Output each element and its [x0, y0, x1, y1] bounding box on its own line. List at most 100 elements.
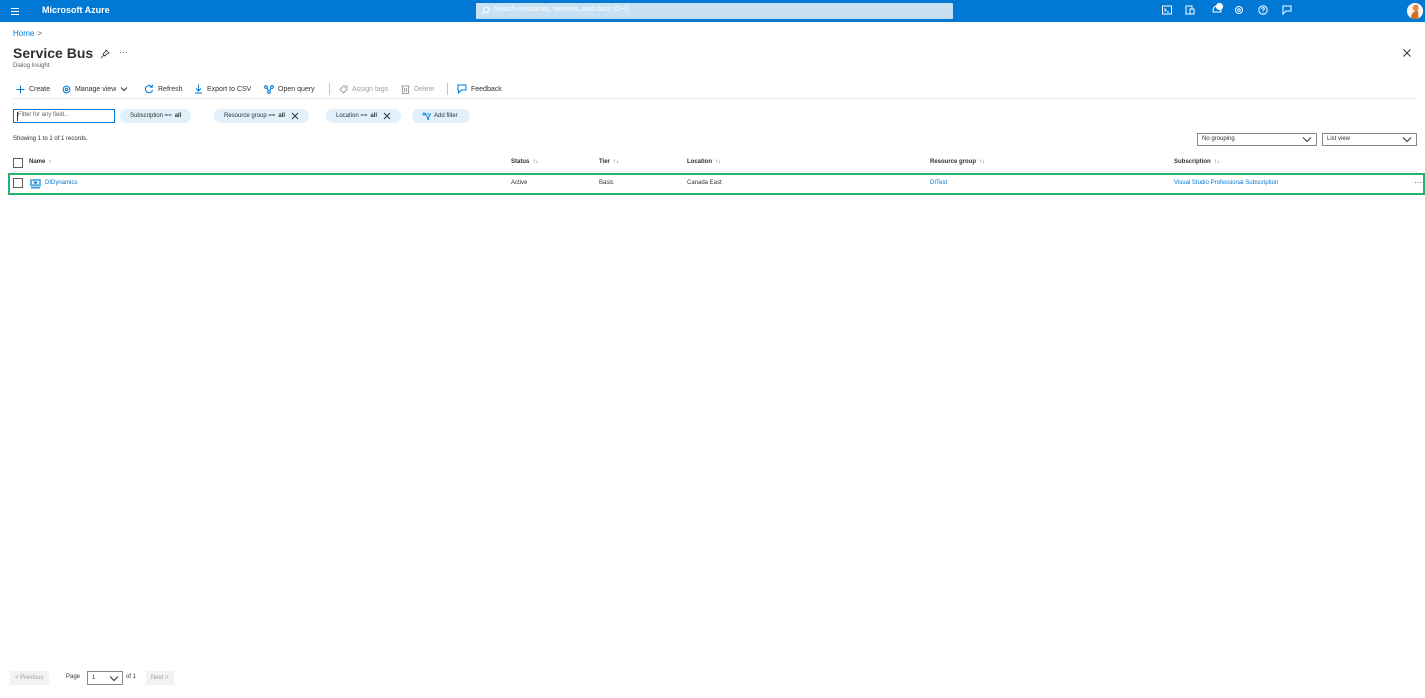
resource-group-filter-value: all: [278, 113, 286, 119]
sort-icon: ↑↓: [979, 159, 986, 165]
add-filter-button[interactable]: Add filter: [412, 109, 470, 123]
brand-title[interactable]: Microsoft Azure: [42, 5, 110, 15]
column-header-subscription[interactable]: Subscription ↑↓: [1174, 159, 1220, 165]
column-resource-group-label: Resource group: [930, 159, 977, 165]
breadcrumb: Home >: [13, 29, 42, 38]
assign-tags-button[interactable]: Assign tags: [339, 82, 388, 96]
breadcrumb-separator: >: [37, 29, 43, 38]
trash-icon: [401, 84, 410, 94]
table-row[interactable]: DIDynamics Active Basic Canada East DITe…: [13, 177, 1425, 191]
more-options-icon[interactable]: ···: [119, 47, 128, 57]
download-icon: [194, 84, 203, 94]
create-label: Create: [29, 85, 51, 93]
tag-icon: [339, 85, 348, 94]
notifications-icon[interactable]: [1210, 2, 1224, 16]
terminal-icon[interactable]: [1161, 4, 1175, 18]
page-number-value: 1: [92, 675, 96, 681]
page-label: Page: [66, 674, 81, 680]
search-icon: [481, 6, 490, 15]
user-avatar[interactable]: [1407, 3, 1423, 19]
column-header-resource-group[interactable]: Resource group ↑↓: [930, 159, 985, 165]
gear-icon: [62, 85, 71, 94]
export-csv-button[interactable]: Export to CSV: [194, 82, 251, 96]
records-count: Showing 1 to 1 of 1 records.: [13, 136, 88, 142]
column-status-label: Status: [511, 159, 530, 165]
subscription-filter-label: Subscription ==: [130, 113, 172, 119]
chevron-down-icon: [109, 675, 119, 682]
resource-group-link[interactable]: DITest: [930, 180, 947, 186]
open-query-button[interactable]: Open query: [264, 82, 315, 96]
feedback-label: Feedback: [471, 85, 502, 93]
grouping-select[interactable]: No grouping: [1197, 133, 1317, 146]
sort-icon: ↑↓: [715, 159, 721, 165]
column-subscription-label: Subscription: [1174, 159, 1211, 165]
help-icon[interactable]: [1257, 4, 1271, 18]
breadcrumb-home-link[interactable]: Home: [13, 29, 34, 38]
feedback-button[interactable]: Feedback: [457, 82, 502, 96]
column-header-location[interactable]: Location ↑↓: [687, 159, 721, 165]
row-more-icon[interactable]: ···: [1414, 178, 1422, 187]
feedback-icon[interactable]: [1281, 4, 1295, 18]
refresh-icon: [144, 84, 154, 94]
chevron-down-icon: [1302, 136, 1312, 143]
add-filter-label: Add filter: [434, 113, 458, 119]
command-toolbar: Create Manage view Refresh Export to CSV…: [13, 82, 1417, 96]
global-search-input[interactable]: Search resources, services, and docs (G+…: [476, 3, 953, 19]
export-csv-label: Export to CSV: [207, 85, 252, 93]
remove-filter-icon[interactable]: [383, 112, 391, 120]
column-header-name[interactable]: Name ↑: [29, 159, 51, 165]
status-cell: Active: [511, 180, 528, 186]
grouping-select-value: No grouping: [1202, 136, 1235, 142]
assign-tags-label: Assign tags: [352, 85, 389, 93]
resource-group-filter-pill[interactable]: Resource group == all: [214, 109, 310, 123]
page-subtitle: Dialog Insight: [13, 63, 50, 69]
column-tier-label: Tier: [599, 159, 610, 165]
sort-icon: ↑↓: [532, 159, 539, 165]
row-checkbox[interactable]: [13, 178, 23, 188]
page-total: of 1: [126, 674, 137, 680]
select-all-checkbox[interactable]: [13, 158, 23, 168]
toolbar-divider: [447, 83, 448, 95]
sort-icon: ↑: [48, 159, 52, 165]
subscription-filter-value: all: [174, 113, 182, 119]
refresh-button[interactable]: Refresh: [144, 82, 183, 96]
manage-view-button[interactable]: Manage view: [62, 82, 128, 96]
settings-icon[interactable]: [1233, 4, 1247, 18]
query-icon: [264, 84, 274, 94]
page-number-select[interactable]: 1: [87, 671, 123, 685]
top-bar: Microsoft Azure Search resources, servic…: [0, 0, 1425, 22]
page-title: Service Bus: [13, 45, 94, 61]
sort-icon: ↑↓: [612, 159, 619, 165]
delete-button[interactable]: Delete: [401, 82, 434, 96]
feedback-icon: [457, 84, 467, 94]
close-icon[interactable]: [1402, 48, 1412, 58]
chevron-down-icon: [1402, 136, 1412, 143]
column-location-label: Location: [687, 159, 712, 165]
hamburger-menu-icon[interactable]: [10, 5, 22, 17]
subscription-filter-pill[interactable]: Subscription == all: [120, 109, 192, 123]
view-select[interactable]: List view: [1322, 133, 1417, 146]
refresh-label: Refresh: [158, 85, 183, 93]
service-bus-icon: [30, 179, 41, 189]
location-cell: Canada East: [687, 180, 722, 186]
toolbar-divider: [329, 83, 330, 95]
directory-icon[interactable]: [1184, 4, 1198, 18]
resource-name-link[interactable]: DIDynamics: [45, 180, 77, 186]
previous-page-button[interactable]: < Previous: [10, 671, 49, 685]
column-header-tier[interactable]: Tier ↑↓: [599, 159, 619, 165]
remove-filter-icon[interactable]: [291, 112, 299, 120]
column-header-status[interactable]: Status ↑↓: [511, 159, 538, 165]
delete-label: Delete: [414, 85, 435, 93]
subscription-link[interactable]: Visual Studio Professional Subscription: [1174, 180, 1278, 186]
filter-input[interactable]: Filter for any field...: [13, 109, 115, 123]
table-header: Name ↑ Status ↑↓ Tier ↑↓ Location ↑↓ Resourc…: [13, 157, 1417, 170]
resource-group-filter-label: Resource group ==: [224, 113, 276, 119]
plus-icon: [16, 85, 25, 94]
pin-icon[interactable]: [100, 49, 110, 59]
location-filter-pill[interactable]: Location == all: [326, 109, 402, 123]
header-divider: [13, 171, 1417, 172]
tier-cell: Basic: [599, 180, 614, 186]
next-page-button[interactable]: Next >: [146, 671, 174, 685]
create-button[interactable]: Create: [16, 82, 50, 96]
location-filter-label: Location ==: [336, 113, 368, 119]
